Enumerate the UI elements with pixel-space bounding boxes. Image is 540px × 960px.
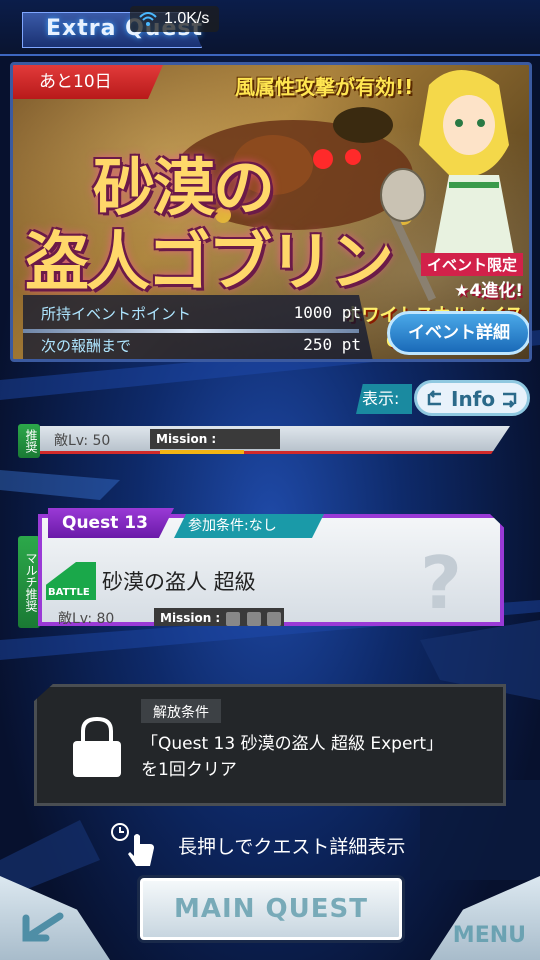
points-divider: [23, 329, 359, 333]
event-detail-button[interactable]: イベント詳細: [387, 311, 529, 355]
unlock-condition-line1: 「Quest 13 砂漠の盗人 超級 Expert」: [141, 734, 444, 754]
trophy-icon: [266, 611, 281, 626]
promo-evolve: ★4進化!: [454, 281, 523, 301]
back-arrow-icon: [22, 912, 64, 942]
mission-status: Mission :COMPLETE!!: [150, 429, 280, 454]
trophy-icon: [246, 611, 261, 626]
event-points-value: 1000 pt: [293, 303, 361, 322]
next-reward-value: 250 pt: [303, 335, 361, 354]
locked-quest-card[interactable]: 解放条件 「Quest 13 砂漠の盗人 超級 Expert」 を1回クリア: [34, 684, 506, 806]
cycle-right-icon: [503, 392, 517, 408]
enemy-level: 敵Lv: 80: [58, 611, 115, 627]
title-bar: Extra Quest 1.0K/s: [0, 0, 540, 56]
lock-icon: [73, 716, 121, 777]
recommended-tab: 推奨: [18, 424, 40, 458]
battle-icon: BATTLE: [46, 562, 96, 600]
mission-status: Mission :: [154, 608, 284, 626]
unknown-reward-icon: ?: [420, 541, 462, 625]
tap-hold-icon: [111, 823, 154, 866]
mission-label: Mission :: [156, 432, 217, 446]
event-points-row: 所持イベントポイント 1000 pt: [41, 303, 361, 324]
promo-limited: イベント限定: [420, 253, 523, 276]
next-reward-row: 次の報酬まで 250 pt: [41, 335, 361, 356]
days-left-badge: あと10日: [13, 65, 163, 99]
battle-label: BATTLE: [48, 587, 90, 598]
event-title-line2: 盗人ゴブリン: [25, 225, 394, 300]
display-mode-label: 表示:: [356, 384, 412, 414]
network-speed-indicator: 1.0K/s: [130, 6, 220, 32]
quest-name: 砂漠の盗人 超級: [102, 570, 256, 594]
display-mode-value: Info: [451, 387, 496, 411]
quest-card-13[interactable]: ? BATTLE 砂漠の盗人 超級 敵Lv: 80 Mission : Ques…: [38, 508, 504, 628]
unlock-condition-text: 「Quest 13 砂漠の盗人 超級 Expert」 を1回クリア: [141, 731, 443, 783]
element-hint: 風属性攻撃が有効!!: [235, 75, 414, 99]
wifi-icon: [139, 12, 157, 26]
cycle-left-icon: [427, 390, 441, 406]
multi-recommended-tab: マルチ推奨: [18, 536, 40, 628]
event-banner[interactable]: あと10日 風属性攻撃が有効!! 砂漠の 盗人ゴブリン イベント限定 ★4進化!…: [10, 62, 532, 362]
quest-condition: 参加条件:なし: [174, 514, 324, 538]
enemy-level: 敵Lv: 50: [54, 433, 111, 449]
menu-label: MENU: [452, 923, 526, 948]
event-points-label: 所持イベントポイント: [41, 305, 192, 323]
info-toggle-button[interactable]: Info: [414, 380, 530, 416]
long-press-hint: 長押しでクエスト詳細表示: [110, 822, 430, 866]
network-speed-text: 1.0K/s: [164, 10, 210, 27]
trophy-icon: [226, 611, 241, 626]
menu-button[interactable]: MENU: [430, 876, 540, 960]
main-quest-button[interactable]: MAIN QUEST: [140, 878, 402, 940]
unlock-condition-line2: を1回クリア: [141, 760, 237, 780]
quest-footer: 敵Lv: 80 Mission :: [48, 606, 408, 627]
bottom-navigation: MAIN QUEST MENU: [0, 876, 540, 960]
back-button[interactable]: [0, 876, 110, 960]
next-reward-label: 次の報酬まで: [41, 337, 132, 355]
points-panel: 所持イベントポイント 1000 pt 次の報酬まで 250 pt: [23, 295, 373, 359]
quest-number-tab: Quest 13: [48, 508, 174, 538]
quest-card-previous[interactable]: 敵Lv: 50 Mission :COMPLETE!!: [40, 426, 510, 454]
mission-label: Mission :: [160, 611, 221, 625]
hint-text: 長押しでクエスト詳細表示: [178, 836, 406, 858]
unlock-condition-label: 解放条件: [141, 699, 221, 723]
